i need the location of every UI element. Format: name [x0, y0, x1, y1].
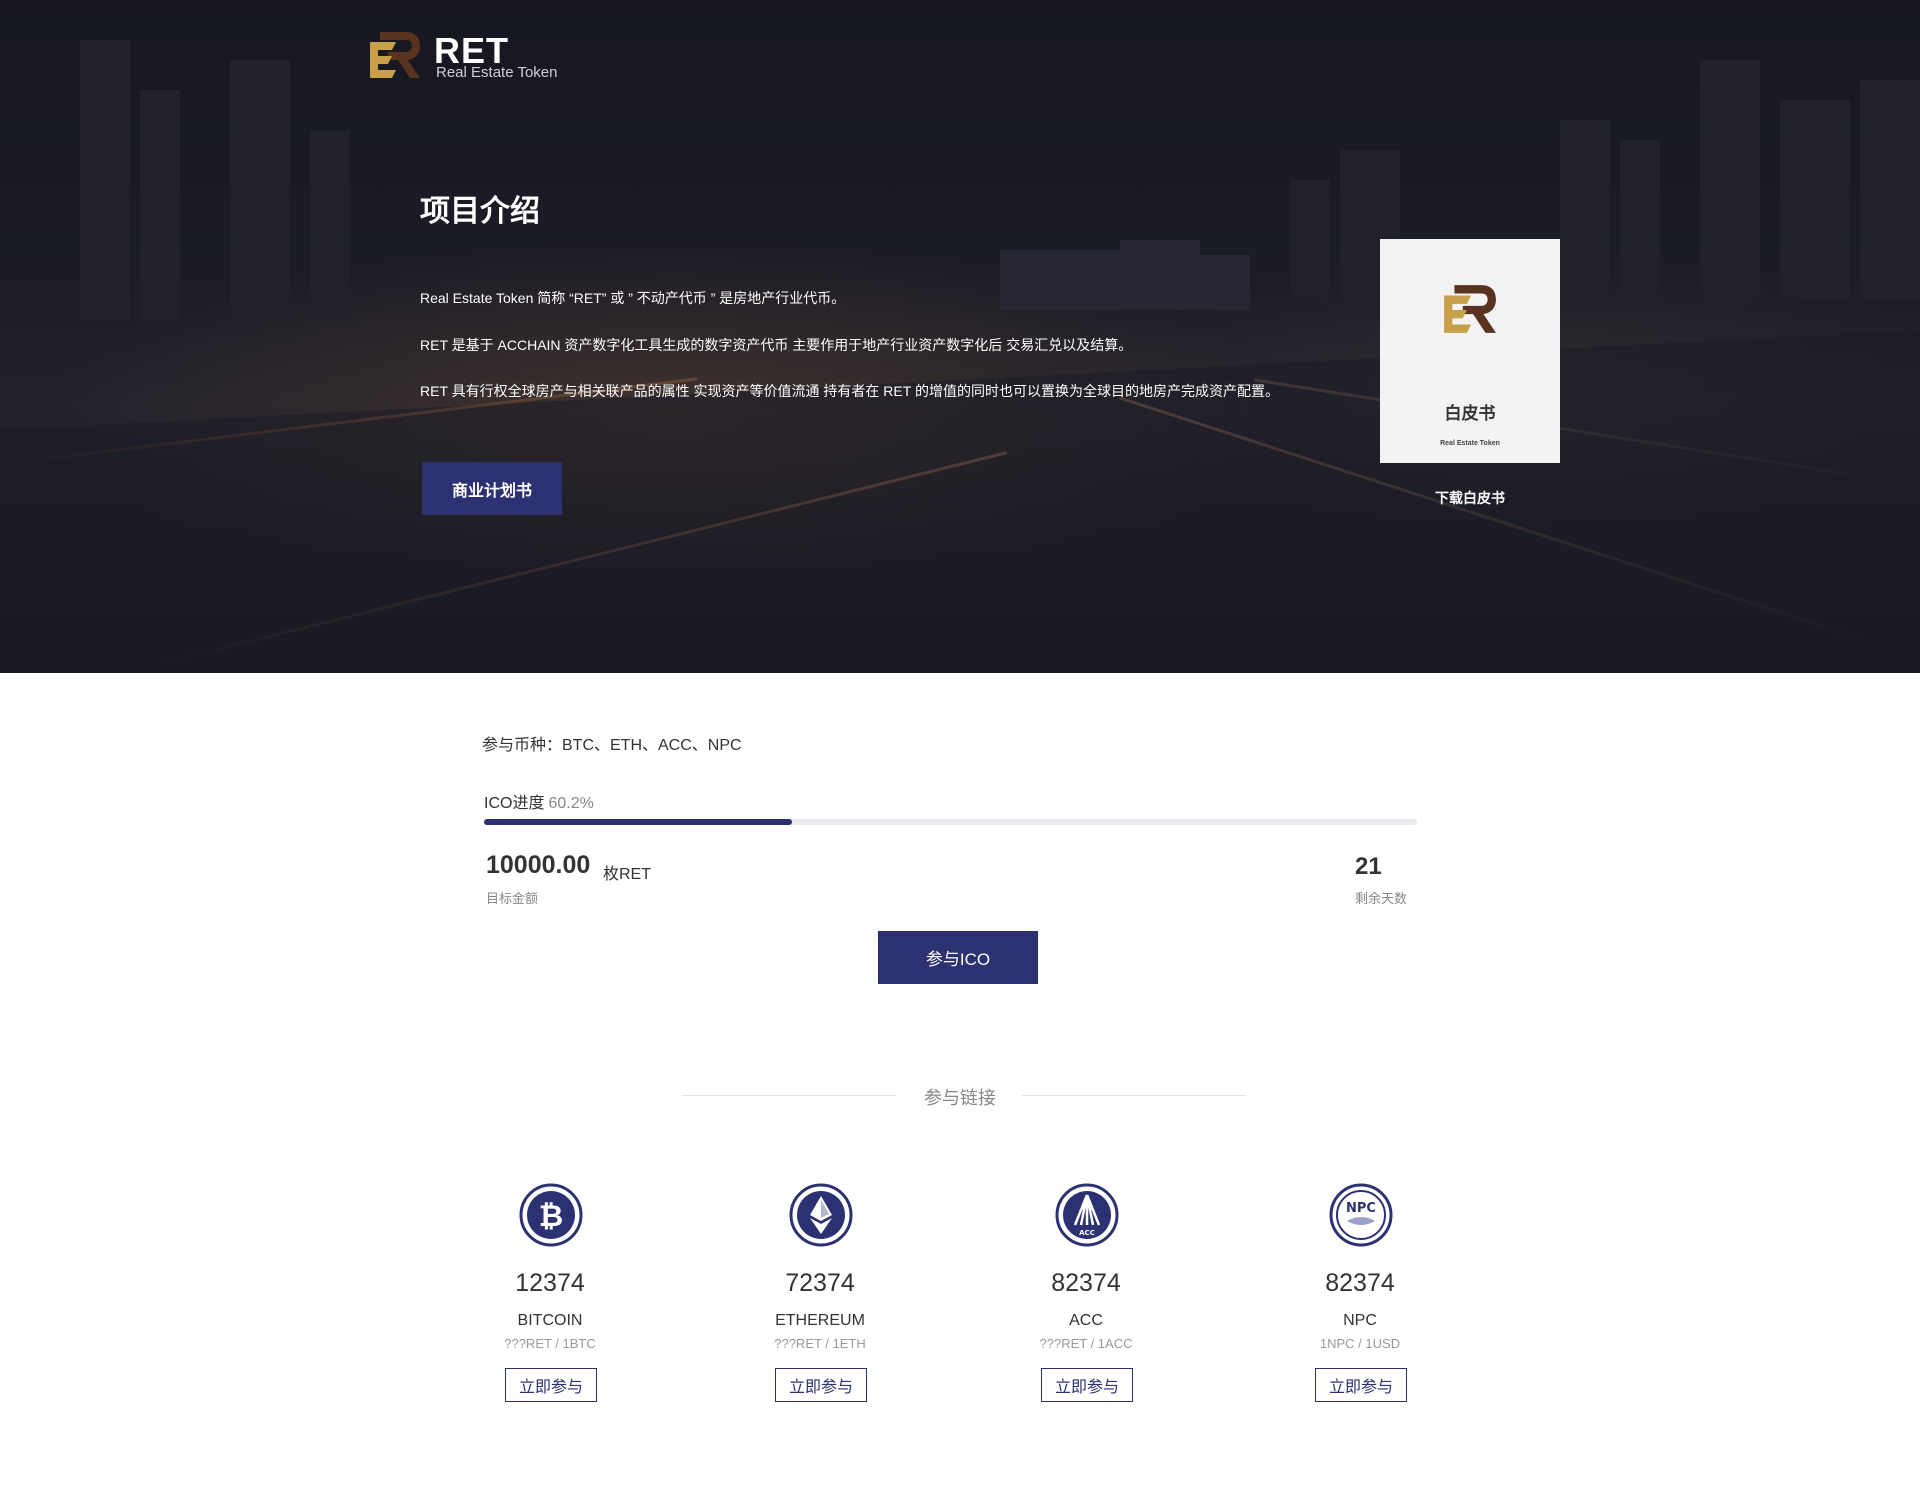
- join-now-button[interactable]: 立即参与: [1315, 1368, 1407, 1402]
- section-title: 参与链接: [924, 1088, 996, 1108]
- divider: [682, 1095, 896, 1096]
- ret-logo-icon: [1444, 285, 1496, 333]
- npc-icon: NPC: [1329, 1183, 1393, 1247]
- whitepaper-subtitle: Real Estate Token: [1440, 440, 1500, 447]
- whitepaper-card[interactable]: 白皮书 Real Estate Token: [1380, 239, 1560, 463]
- svg-text:NPC: NPC: [1346, 1201, 1376, 1216]
- progress-percent: 60.2%: [548, 795, 594, 812]
- ethereum-icon: [789, 1183, 853, 1247]
- business-plan-button[interactable]: 商业计划书: [422, 462, 562, 515]
- ret-logo-icon: [370, 32, 420, 78]
- coin-count: 72374: [785, 1269, 855, 1297]
- join-now-button[interactable]: 立即参与: [505, 1368, 597, 1402]
- svg-text:ACC: ACC: [1079, 1229, 1095, 1237]
- coin-count: 82374: [1325, 1269, 1395, 1297]
- ico-progress-label: ICO进度 60.2%: [484, 789, 594, 813]
- bitcoin-icon: ₿: [519, 1183, 583, 1247]
- join-now-button[interactable]: 立即参与: [775, 1368, 867, 1402]
- join-now-button[interactable]: 立即参与: [1041, 1368, 1133, 1402]
- days-remaining: 21: [1355, 853, 1382, 880]
- coin-count: 12374: [515, 1269, 585, 1297]
- site-logo[interactable]: RET Real Estate Token: [366, 28, 606, 88]
- coin-name: BITCOIN: [517, 1312, 583, 1329]
- target-amount: 10000.00: [486, 851, 591, 879]
- ico-progress-bar: [484, 819, 1417, 825]
- coin-rate: ???RET / 1BTC: [504, 1336, 596, 1351]
- coin-rate: ???RET / 1ETH: [774, 1336, 866, 1351]
- days-label: 剩余天数: [1355, 891, 1408, 906]
- coin-name: NPC: [1343, 1312, 1377, 1329]
- intro-paragraph: RET 具有行权全球房产与相关联产品的属性 实现资产等价值流通 持有者在 RET…: [420, 383, 1279, 399]
- page-title: 项目介绍: [420, 195, 540, 228]
- target-unit: 枚RET: [603, 866, 652, 883]
- intro-paragraph: Real Estate Token 简称 “RET” 或 ” 不动产代币 ” 是…: [420, 290, 846, 306]
- coin-rate: ???RET / 1ACC: [1039, 1336, 1133, 1351]
- intro-paragraph: RET 是基于 ACCHAIN 资产数字化工具生成的数字资产代币 主要作用于地产…: [420, 337, 1133, 353]
- svg-text:₿: ₿: [539, 1199, 563, 1234]
- hero-banner: RET Real Estate Token 项目介绍 Real Estate T…: [0, 0, 1920, 673]
- acc-icon: ACC: [1055, 1183, 1119, 1247]
- coin-name: ETHEREUM: [775, 1312, 865, 1329]
- coin-count: 82374: [1051, 1269, 1121, 1297]
- currencies-text: 参与币种：BTC、ETH、ACC、NPC: [482, 737, 742, 754]
- coin-rate: 1NPC / 1USD: [1319, 1336, 1401, 1351]
- join-ico-button[interactable]: 参与ICO: [878, 931, 1038, 984]
- target-label: 目标金额: [486, 891, 539, 906]
- coin-name: ACC: [1069, 1312, 1103, 1329]
- progress-label-text: ICO进度: [484, 795, 545, 812]
- ico-progress-fill: [484, 819, 792, 825]
- whitepaper-title: 白皮书: [1444, 404, 1496, 423]
- divider: [1022, 1095, 1246, 1096]
- logo-subtitle: Real Estate Token: [436, 64, 558, 81]
- download-whitepaper-link[interactable]: 下载白皮书: [1380, 488, 1560, 508]
